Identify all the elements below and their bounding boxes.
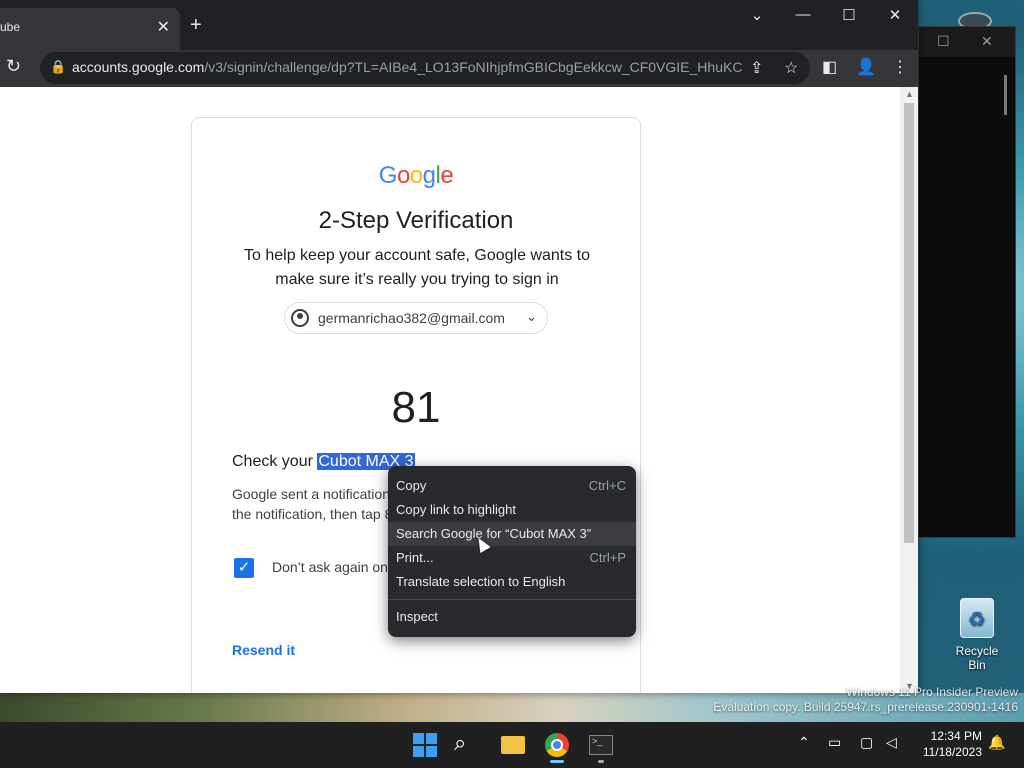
tab-strip: ube ✕ + ⌄ — ☐ ✕ xyxy=(0,0,918,50)
resend-link[interactable]: Resend it xyxy=(232,642,295,658)
menu-item-label: Inspect xyxy=(396,609,438,624)
volume-icon[interactable]: ◁ xyxy=(886,734,897,751)
clock-time: 12:34 PM xyxy=(930,729,982,743)
menu-item-label: Copy link to highlight xyxy=(396,502,516,517)
terminal-window[interactable]: ☐ ✕ xyxy=(918,26,1016,538)
recycle-bin[interactable]: Recycle Bin xyxy=(946,598,1008,672)
side-panel-icon[interactable]: ◧ xyxy=(822,57,837,77)
windows-logo-icon xyxy=(413,746,424,757)
terminal-icon: >_ xyxy=(589,735,613,755)
google-logo: Google xyxy=(192,162,640,190)
scroll-thumb[interactable] xyxy=(904,103,914,543)
menu-item-copy[interactable]: Copy Ctrl+C xyxy=(388,474,636,498)
terminal-taskbar-button[interactable]: >_ xyxy=(586,730,616,763)
notification-bell-icon[interactable]: 🔔 xyxy=(988,734,1005,751)
start-button[interactable] xyxy=(410,730,440,760)
windows-watermark: Windows 11 Pro Insider Preview Evaluatio… xyxy=(713,685,1018,715)
search-icon[interactable]: ⌕ xyxy=(454,730,484,760)
chrome-taskbar-button[interactable] xyxy=(542,730,572,763)
menu-item-copy-link-to-highlight[interactable]: Copy link to highlight xyxy=(388,498,636,522)
terminal-scrollbar[interactable] xyxy=(1004,75,1007,115)
watermark-line-1: Windows 11 Pro Insider Preview xyxy=(846,685,1018,699)
account-chip[interactable]: germanrichao382@gmail.com ⌄ xyxy=(284,302,548,334)
menu-item-print[interactable]: Print... Ctrl+P xyxy=(388,546,636,570)
url-path: /v3/signin/challenge/dp?TL=AIBe4_LO13FoN… xyxy=(204,59,742,75)
tab-active[interactable]: ube ✕ xyxy=(0,8,180,50)
folder-icon xyxy=(501,736,525,754)
tab-close-icon[interactable]: ✕ xyxy=(157,17,170,37)
logo-letter: o xyxy=(396,162,410,189)
chrome-icon xyxy=(545,733,569,757)
share-icon[interactable]: ⇪ xyxy=(750,58,763,78)
watermark-line-2: Evaluation copy. Build 25947.rs_prerelea… xyxy=(713,700,1018,714)
menu-item-label: Search Google for “Cubot MAX 3” xyxy=(396,526,592,541)
profile-icon[interactable]: 👤 xyxy=(856,57,876,77)
menu-separator xyxy=(388,599,636,600)
page-title: 2-Step Verification xyxy=(318,207,514,234)
menu-item-search-google[interactable]: Search Google for “Cubot MAX 3” xyxy=(388,522,636,546)
menu-item-shortcut: Ctrl+P xyxy=(589,550,626,565)
taskbar: ⌕ >_ ⌃ ▭ ▢ ◁ 12:34 PM 11/18/2023 🔔 xyxy=(0,722,1024,768)
logo-letter: e xyxy=(440,162,454,189)
display-icon[interactable]: ▢ xyxy=(860,734,873,751)
dont-ask-again-label[interactable]: Don’t ask again on xyxy=(272,559,388,575)
reload-icon[interactable]: ↻ xyxy=(6,56,21,77)
browser-toolbar: ↻ 🔒 accounts.google.com/v3/signin/challe… xyxy=(0,50,918,87)
menu-kebab-icon[interactable]: ⋮ xyxy=(892,57,908,77)
clock[interactable]: 12:34 PM 11/18/2023 xyxy=(918,728,982,760)
verification-number: 81 xyxy=(391,383,441,432)
account-email: germanrichao382@gmail.com xyxy=(318,310,505,326)
recycle-bin-icon xyxy=(960,598,994,638)
windows-logo-icon xyxy=(413,733,424,744)
new-tab-button[interactable]: + xyxy=(190,14,202,37)
clock-date: 11/18/2023 xyxy=(922,745,982,759)
menu-item-translate[interactable]: Translate selection to English xyxy=(388,570,636,594)
bookmark-star-icon[interactable]: ☆ xyxy=(784,58,798,78)
close-window-icon[interactable]: ✕ xyxy=(880,6,910,24)
terminal-titlebar[interactable]: ☐ ✕ xyxy=(919,27,1015,57)
network-icon[interactable]: ▭ xyxy=(828,734,841,751)
tab-title: ube xyxy=(0,20,21,34)
chevron-down-icon: ⌄ xyxy=(526,309,537,324)
logo-letter: g xyxy=(422,162,436,189)
address-bar[interactable]: 🔒 accounts.google.com/v3/signin/challeng… xyxy=(40,52,810,84)
page-scrollbar[interactable]: ▲ ▼ xyxy=(900,87,918,693)
instructions-line-2-text: the notification, then tap xyxy=(232,506,381,522)
recycle-bin-label: Recycle Bin xyxy=(955,644,999,672)
menu-item-label: Print... xyxy=(396,550,434,565)
tab-search-chevron-icon[interactable]: ⌄ xyxy=(742,6,772,24)
lock-icon[interactable]: 🔒 xyxy=(50,59,66,75)
minimize-icon[interactable]: — xyxy=(788,6,818,23)
menu-item-label: Translate selection to English xyxy=(396,574,566,589)
menu-item-inspect[interactable]: Inspect xyxy=(388,605,636,629)
url-host: accounts.google.com xyxy=(72,59,205,75)
context-menu: Copy Ctrl+C Copy link to highlight Search… xyxy=(388,466,636,637)
dont-ask-again-checkbox[interactable]: ✓ xyxy=(234,558,254,578)
maximize-icon[interactable]: ☐ xyxy=(834,6,864,24)
check-device-heading: Check your Cubot MAX 3 xyxy=(232,453,415,471)
close-icon[interactable]: ✕ xyxy=(981,33,993,50)
scroll-up-arrow-icon[interactable]: ▲ xyxy=(905,89,914,99)
show-hidden-icons-chevron-icon[interactable]: ⌃ xyxy=(798,734,810,751)
logo-letter: G xyxy=(378,162,398,189)
account-circle-icon xyxy=(291,309,309,327)
menu-item-label: Copy xyxy=(396,478,427,493)
windows-logo-icon xyxy=(426,733,437,744)
page-subtitle: To help keep your account safe, Google w… xyxy=(244,247,590,288)
running-indicator xyxy=(598,760,604,763)
windows-logo-icon xyxy=(426,746,437,757)
check-prefix: Check your xyxy=(232,453,318,470)
logo-letter: o xyxy=(409,162,423,189)
maximize-icon[interactable]: ☐ xyxy=(937,33,950,50)
url-text[interactable]: accounts.google.com/v3/signin/challenge/… xyxy=(72,59,742,75)
active-indicator xyxy=(550,760,564,763)
menu-item-shortcut: Ctrl+C xyxy=(588,478,626,493)
file-explorer-button[interactable] xyxy=(498,730,528,760)
